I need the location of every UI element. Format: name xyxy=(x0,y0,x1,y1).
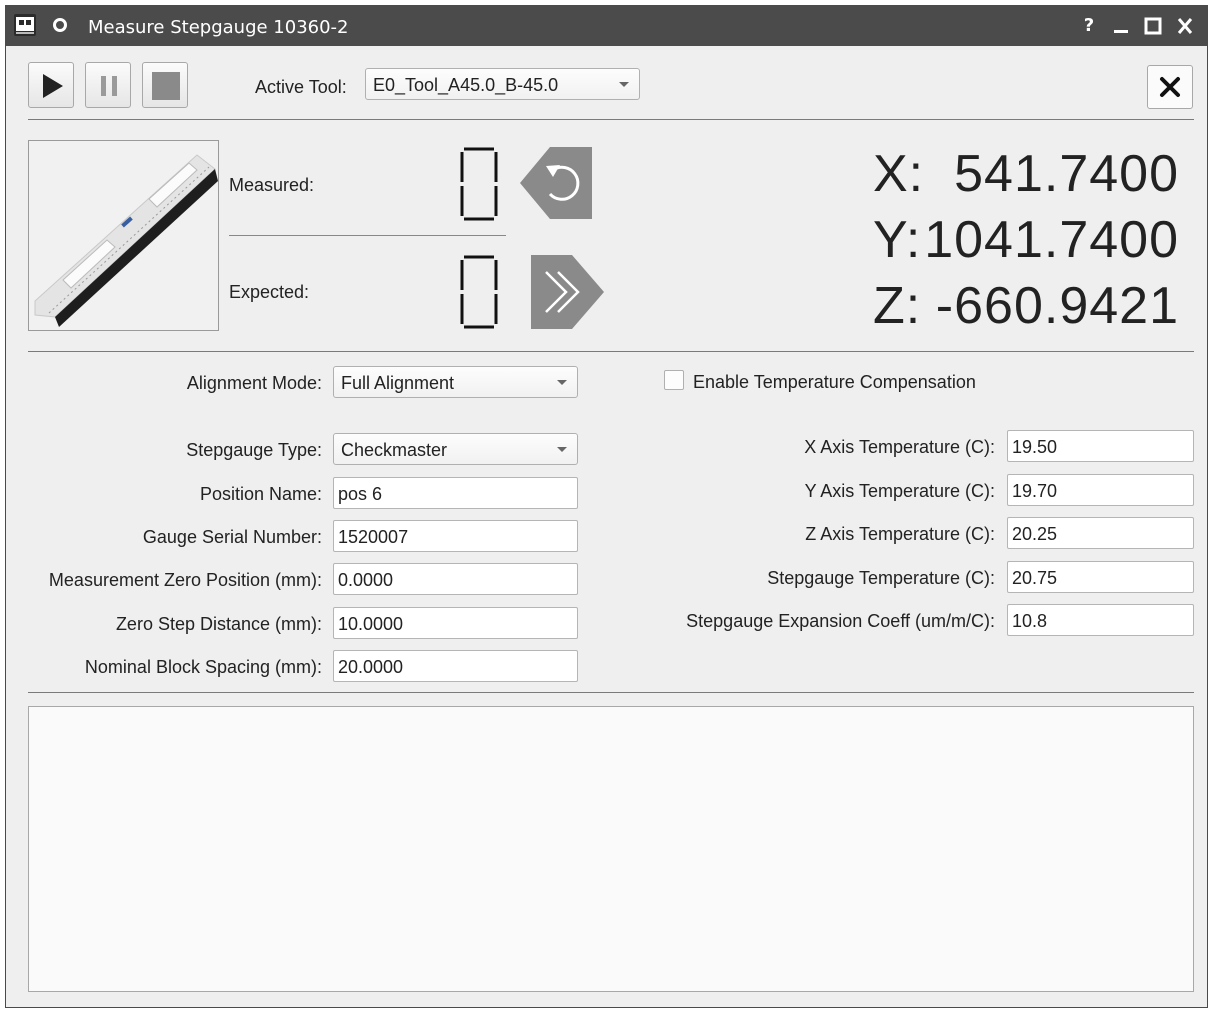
alignment-mode-value: Full Alignment xyxy=(341,373,455,393)
y-value: 1041.7400 xyxy=(924,211,1179,269)
chevron-down-icon xyxy=(619,82,629,87)
zero-position-label: Measurement Zero Position (mm): xyxy=(48,570,322,590)
measured-count-display xyxy=(460,147,498,221)
active-tool-combo[interactable]: E0_Tool_A45.0_B-45.0 xyxy=(365,68,640,100)
chevron-down-icon xyxy=(557,447,567,452)
z-label: Z: xyxy=(873,277,922,335)
stop-icon xyxy=(152,72,180,100)
y-temp-label: Y Axis Temperature (C): xyxy=(804,481,995,501)
help-button[interactable]: ? xyxy=(1078,16,1100,36)
expected-label: Expected: xyxy=(229,282,310,302)
gauge-temp-label: Stepgauge Temperature (C): xyxy=(767,568,995,588)
block-spacing-input[interactable]: 20.0000 xyxy=(333,650,578,682)
z-value: -660.9421 xyxy=(935,277,1179,335)
window-title: Measure Stepgauge 10360-2 xyxy=(88,17,349,38)
active-tool-label: Active Tool: xyxy=(255,77,347,97)
minimize-button[interactable] xyxy=(1110,16,1132,36)
stepgauge-type-combo[interactable]: Checkmaster xyxy=(333,433,578,465)
measured-label: Measured: xyxy=(229,175,315,195)
x-temp-label: X Axis Temperature (C): xyxy=(804,437,995,457)
zero-step-label: Zero Step Distance (mm): xyxy=(115,614,322,634)
fast-forward-icon[interactable] xyxy=(530,254,606,330)
stepgauge-type-value: Checkmaster xyxy=(341,440,448,460)
zero-position-input[interactable]: 0.0000 xyxy=(333,563,578,595)
app-icon xyxy=(14,14,36,36)
z-temp-input[interactable]: 20.25 xyxy=(1007,517,1194,549)
alignment-mode-label: Alignment Mode: xyxy=(186,373,322,393)
position-name-label: Position Name: xyxy=(199,484,322,504)
ring-icon xyxy=(50,15,70,35)
log-output-area[interactable] xyxy=(28,706,1194,992)
expansion-coeff-input[interactable]: 10.8 xyxy=(1007,604,1194,636)
gauge-serial-label: Gauge Serial Number: xyxy=(142,527,322,547)
play-button[interactable] xyxy=(28,62,74,108)
y-temp-input[interactable]: 19.70 xyxy=(1007,474,1194,506)
play-icon xyxy=(43,74,63,98)
pause-button[interactable] xyxy=(85,62,131,108)
close-icon xyxy=(1160,77,1180,97)
expansion-coeff-label: Stepgauge Expansion Coeff (um/m/C): xyxy=(686,611,995,631)
gauge-serial-input[interactable]: 1520007 xyxy=(333,520,578,552)
stop-button[interactable] xyxy=(142,62,188,108)
stepgauge-image xyxy=(28,140,219,331)
x-value: 541.7400 xyxy=(954,145,1179,203)
expected-count-display xyxy=(460,255,498,329)
x-temp-input[interactable]: 19.50 xyxy=(1007,430,1194,462)
block-spacing-label: Nominal Block Spacing (mm): xyxy=(84,657,322,677)
undo-arrow-icon[interactable] xyxy=(520,146,594,220)
divider xyxy=(28,692,1194,693)
alignment-mode-combo[interactable]: Full Alignment xyxy=(333,366,578,398)
zero-step-input[interactable]: 10.0000 xyxy=(333,607,578,639)
title-bar: Measure Stepgauge 10360-2 ? xyxy=(6,6,1207,46)
divider xyxy=(28,351,1194,352)
enable-temp-compensation-checkbox[interactable] xyxy=(664,370,684,390)
gauge-temp-input[interactable]: 20.75 xyxy=(1007,561,1194,593)
chevron-down-icon xyxy=(557,380,567,385)
maximize-button[interactable] xyxy=(1142,16,1164,36)
pause-icon xyxy=(101,76,117,96)
enable-temp-compensation-label: Enable Temperature Compensation xyxy=(693,372,976,392)
position-name-input[interactable]: pos 6 xyxy=(333,477,578,509)
active-tool-value: E0_Tool_A45.0_B-45.0 xyxy=(373,75,559,95)
x-label: X: xyxy=(873,145,925,203)
close-button[interactable] xyxy=(1147,65,1193,109)
window-close-button[interactable] xyxy=(1174,16,1196,36)
divider xyxy=(28,119,1194,120)
y-label: Y: xyxy=(873,211,922,269)
measure-stepgauge-window: Measure Stepgauge 10360-2 ? Active Tool:… xyxy=(5,5,1208,1008)
status-divider xyxy=(229,235,506,236)
stepgauge-type-label: Stepgauge Type: xyxy=(186,440,322,460)
z-temp-label: Z Axis Temperature (C): xyxy=(805,524,995,544)
